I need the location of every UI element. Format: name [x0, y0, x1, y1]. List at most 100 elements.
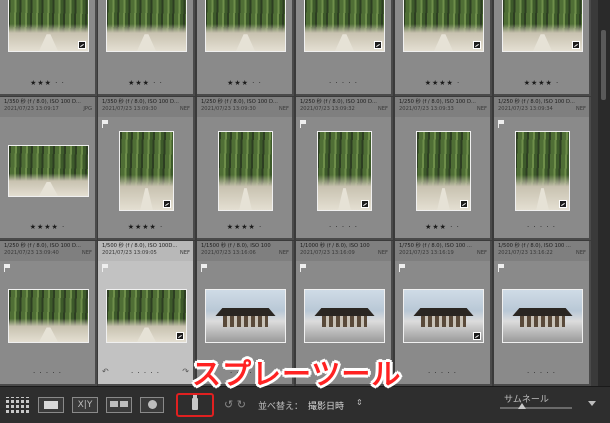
sort-order-select[interactable]: 撮影日時 — [308, 399, 344, 412]
star-rating[interactable]: ★★★★ · — [395, 79, 490, 87]
capture-info: 2021/07/23 13:16:06 NEF — [201, 250, 289, 257]
grid-cell[interactable]: 1/250 秒 (f / 8.0), ISO 100 D... 2021/07/2… — [197, 97, 294, 240]
file-type: NEF — [179, 250, 190, 256]
photo-thumbnail[interactable] — [205, 0, 286, 52]
exposure-info: 1/250 秒 (f / 8.0), ISO 100 D... — [498, 99, 575, 105]
photo-metadata: 1/1000 秒 (f / 8.0), ISO 100 2021/07/23 13… — [296, 241, 391, 261]
grid-view-icon[interactable] — [6, 397, 30, 413]
photo-thumbnail[interactable] — [502, 289, 583, 343]
file-type: NEF — [377, 250, 388, 256]
capture-date: 2021/07/23 13:09:32 — [300, 106, 355, 112]
photo-thumbnail[interactable] — [218, 131, 273, 211]
develop-adjusted-icon — [559, 200, 567, 208]
photo-thumbnail[interactable] — [106, 289, 187, 343]
exposure-info: 1/350 秒 (f / 8.0), ISO 100 D... — [102, 99, 179, 105]
thumbnail-size-slider[interactable] — [500, 407, 572, 409]
annotation-label: スプレーツール — [192, 357, 402, 391]
capture-date: 2021/07/23 13:09:17 — [4, 106, 59, 112]
capture-date: 2021/07/23 13:09:30 — [201, 106, 256, 112]
photo-thumbnail[interactable] — [8, 289, 89, 343]
capture-info: 2021/07/23 13:09:34 NEF — [498, 106, 586, 113]
pick-flag-icon[interactable] — [102, 120, 109, 128]
sort-dropdown-icon[interactable]: ⇕ — [356, 398, 363, 407]
photo-thumbnail[interactable] — [119, 131, 174, 211]
grid-cell[interactable]: 1/350 秒 (f / 8.0), ISO 100 D... 2021/07/2… — [98, 97, 195, 240]
file-type: NEF — [476, 250, 487, 256]
star-rating[interactable]: · · · · · — [296, 79, 391, 87]
grid-cell[interactable]: 1/500 秒 (f / 8.0), ISO 100 ... 2021/07/23… — [494, 241, 591, 386]
star-rating[interactable]: · · · · · — [494, 369, 589, 377]
grid-cell[interactable]: 1/250 秒 (f / 8.0), ISO 100 D... 2021/07/2… — [0, 241, 97, 386]
grid-cell[interactable]: 1/250 秒 (f / 8.0), ISO 100 D... 2021/07/2… — [296, 97, 393, 240]
grid-cell[interactable]: 1/250 秒 (f / 8.0), ISO 100 D... 2021/07/2… — [395, 97, 492, 240]
grid-cell-selected[interactable]: 1/500 秒 (f / 8.0), ISO 100D... 2021/07/23… — [98, 241, 195, 386]
spray-can-icon — [192, 395, 198, 410]
pick-flag-icon[interactable] — [300, 120, 307, 128]
star-rating[interactable]: · · · · · — [395, 369, 490, 377]
star-rating[interactable]: ★★★ · · — [0, 79, 95, 87]
pick-flag-icon[interactable] — [399, 264, 406, 272]
star-rating[interactable]: · · · · · — [296, 223, 391, 231]
grid-cell[interactable]: ★★★★ · — [494, 0, 591, 96]
capture-date: 2021/07/23 13:16:19 — [399, 250, 454, 256]
photo-metadata: 1/500 秒 (f / 8.0), ISO 100D... 2021/07/23… — [98, 241, 193, 261]
grid-cell[interactable]: ★★★ · · — [197, 0, 294, 96]
photo-thumbnail[interactable] — [106, 0, 187, 52]
photo-thumbnail[interactable] — [8, 145, 89, 197]
pick-flag-icon[interactable] — [498, 264, 505, 272]
file-type: NEF — [278, 250, 289, 256]
sort-label: 並べ替え： — [258, 402, 304, 412]
photo-thumbnail[interactable] — [205, 289, 286, 343]
grid-cell[interactable]: ★★★ · · — [98, 0, 195, 96]
photo-thumbnail[interactable] — [403, 0, 484, 52]
develop-adjusted-icon — [460, 200, 468, 208]
develop-adjusted-icon — [163, 200, 171, 208]
scrollbar-thumb[interactable] — [601, 30, 606, 100]
star-rating[interactable]: · · · · · — [98, 369, 193, 377]
star-rating[interactable]: ★★★ · · — [98, 79, 193, 87]
grid-cell[interactable]: ★★★ · · — [0, 0, 97, 96]
survey-view-icon[interactable] — [106, 397, 132, 413]
capture-date: 2021/07/23 13:16:22 — [498, 250, 553, 256]
pick-flag-icon[interactable] — [300, 264, 307, 272]
photo-thumbnail[interactable] — [403, 289, 484, 343]
star-rating[interactable]: ★★★ · · — [197, 79, 292, 87]
grid-cell[interactable]: · · · · · — [296, 0, 393, 96]
loupe-view-icon[interactable] — [38, 397, 64, 413]
grid-cell[interactable]: 1/350 秒 (f / 8.0), ISO 100 D... 2021/07/2… — [0, 97, 97, 240]
develop-adjusted-icon — [374, 41, 382, 49]
thumbnail-size-slider-knob[interactable] — [518, 403, 526, 409]
grid-scrollbar[interactable] — [598, 0, 610, 386]
photo-metadata: 1/500 秒 (f / 8.0), ISO 100 ... 2021/07/23… — [494, 241, 589, 261]
grid-cell[interactable]: ★★★★ · — [395, 0, 492, 96]
toolbar-menu-chevron-icon[interactable] — [588, 401, 596, 406]
photo-thumbnail[interactable] — [304, 289, 385, 343]
star-rating[interactable]: ★★★★ · — [98, 223, 193, 231]
people-view-icon[interactable] — [140, 397, 164, 413]
pick-flag-icon[interactable] — [201, 264, 208, 272]
photo-thumbnail[interactable] — [8, 0, 89, 52]
photo-thumbnail[interactable] — [304, 0, 385, 52]
file-type: NEF — [278, 106, 289, 112]
pick-flag-icon[interactable] — [102, 264, 109, 272]
grid-cell[interactable]: 1/750 秒 (f / 8.0), ISO 100 ... 2021/07/23… — [395, 241, 492, 386]
grid-cell[interactable]: 1/250 秒 (f / 8.0), ISO 100 D... 2021/07/2… — [494, 97, 591, 240]
photo-thumbnail[interactable] — [515, 131, 570, 211]
photo-thumbnail[interactable] — [317, 131, 372, 211]
capture-info: 2021/07/23 13:09:30 NEF — [102, 106, 190, 113]
painter-spray-tool-button[interactable] — [176, 393, 214, 417]
capture-info: 2021/07/23 13:09:05 NEF — [102, 250, 190, 257]
pick-flag-icon[interactable] — [498, 120, 505, 128]
star-rating[interactable]: · · · · · — [0, 369, 95, 377]
star-rating[interactable]: ★★★★ · — [197, 223, 292, 231]
star-rating[interactable]: ★★★★ · — [494, 79, 589, 87]
star-rating[interactable]: · · · · · — [494, 223, 589, 231]
star-rating[interactable]: ★★★ · · — [395, 223, 490, 231]
rotate-icons[interactable]: ↺ ↻ — [224, 398, 246, 411]
star-rating[interactable]: ★★★★ · — [0, 223, 95, 231]
compare-view-icon[interactable]: X|Y — [72, 397, 98, 413]
photo-thumbnail[interactable] — [416, 131, 471, 211]
pick-flag-icon[interactable] — [4, 264, 11, 272]
capture-date: 2021/07/23 13:09:30 — [102, 106, 157, 112]
photo-thumbnail[interactable] — [502, 0, 583, 52]
